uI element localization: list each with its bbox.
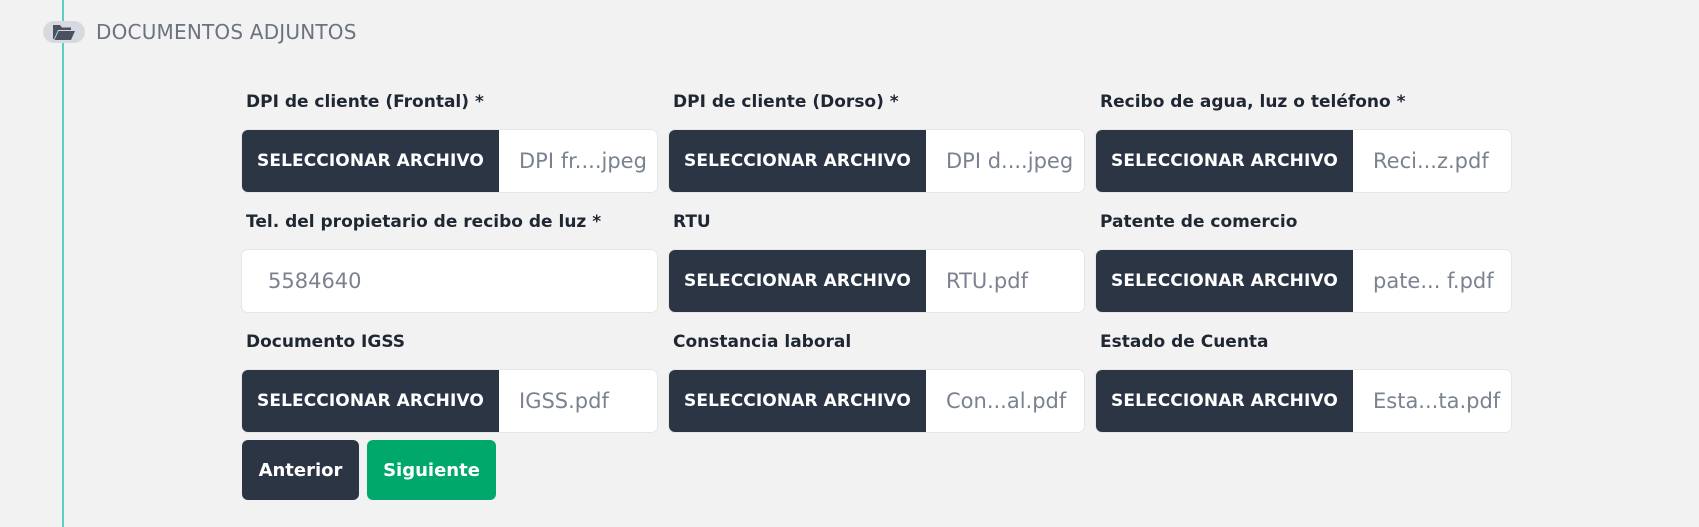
file-name: DPI d....jpeg [946,149,1074,173]
phone-input[interactable]: 5584640 [242,250,657,312]
timeline-line [62,0,64,527]
file-name: Esta...ta.pdf [1373,389,1501,413]
field-label: Documento IGSS [246,332,406,352]
field-dpi-frontal: DPI de cliente (Frontal) * SELECCIONAR A… [242,90,657,192]
select-file-button[interactable]: SELECCIONAR ARCHIVO [669,130,926,192]
field-estado-cuenta: Estado de Cuenta SELECCIONAR ARCHIVO Est… [1096,330,1511,432]
file-name: Reci...z.pdf [1373,149,1489,173]
field-label: Recibo de agua, luz o teléfono * [1100,92,1406,112]
field-label: Constancia laboral [673,332,852,352]
field-constancia: Constancia laboral SELECCIONAR ARCHIVO C… [669,330,1084,432]
field-label: DPI de cliente (Dorso) * [673,92,899,112]
field-label: DPI de cliente (Frontal) * [246,92,484,112]
field-patente: Patente de comercio SELECCIONAR ARCHIVO … [1096,210,1511,312]
select-file-button[interactable]: SELECCIONAR ARCHIVO [1096,130,1353,192]
navigation-buttons: Anterior Siguiente [242,440,496,500]
select-file-button[interactable]: SELECCIONAR ARCHIVO [1096,370,1353,432]
file-name: DPI fr....jpeg [519,149,647,173]
field-label: Estado de Cuenta [1100,332,1269,352]
field-dpi-dorso: DPI de cliente (Dorso) * SELECCIONAR ARC… [669,90,1084,192]
select-file-button[interactable]: SELECCIONAR ARCHIVO [242,130,499,192]
section-header: DOCUMENTOS ADJUNTOS [43,14,357,50]
field-label: RTU [673,212,711,232]
field-rtu: RTU SELECCIONAR ARCHIVO RTU.pdf [669,210,1084,312]
select-file-button[interactable]: SELECCIONAR ARCHIVO [1096,250,1353,312]
file-input-dpi-frontal[interactable]: SELECCIONAR ARCHIVO DPI fr....jpeg [242,130,657,192]
field-label: Patente de comercio [1100,212,1298,232]
select-file-button[interactable]: SELECCIONAR ARCHIVO [669,250,926,312]
file-input-constancia[interactable]: SELECCIONAR ARCHIVO Con...al.pdf [669,370,1084,432]
field-label: Tel. del propietario de recibo de luz * [246,212,602,232]
file-name: RTU.pdf [946,269,1028,293]
file-input-rtu[interactable]: SELECCIONAR ARCHIVO RTU.pdf [669,250,1084,312]
section-title: DOCUMENTOS ADJUNTOS [96,20,357,44]
select-file-button[interactable]: SELECCIONAR ARCHIVO [242,370,499,432]
file-input-igss[interactable]: SELECCIONAR ARCHIVO IGSS.pdf [242,370,657,432]
file-name: pate... f.pdf [1373,269,1494,293]
file-input-patente[interactable]: SELECCIONAR ARCHIVO pate... f.pdf [1096,250,1511,312]
select-file-button[interactable]: SELECCIONAR ARCHIVO [669,370,926,432]
file-name: Con...al.pdf [946,389,1067,413]
folder-open-icon [43,21,85,43]
file-name: IGSS.pdf [519,389,609,413]
field-igss: Documento IGSS SELECCIONAR ARCHIVO IGSS.… [242,330,657,432]
field-recibo: Recibo de agua, luz o teléfono * SELECCI… [1096,90,1511,192]
file-input-estado-cuenta[interactable]: SELECCIONAR ARCHIVO Esta...ta.pdf [1096,370,1511,432]
field-telefono: Tel. del propietario de recibo de luz * … [242,210,657,312]
file-input-recibo[interactable]: SELECCIONAR ARCHIVO Reci...z.pdf [1096,130,1511,192]
previous-button[interactable]: Anterior [242,440,359,500]
next-button[interactable]: Siguiente [367,440,496,500]
file-input-dpi-dorso[interactable]: SELECCIONAR ARCHIVO DPI d....jpeg [669,130,1084,192]
